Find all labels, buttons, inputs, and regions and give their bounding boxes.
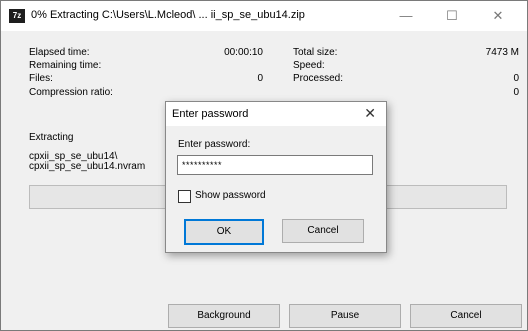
7zip-app-icon: 7z [9, 9, 25, 23]
compression-ratio-label: Compression ratio: [29, 87, 113, 98]
speed-label: Speed: [293, 60, 325, 71]
show-password-label[interactable]: Show password [195, 190, 266, 201]
password-label: Enter password: [178, 139, 251, 150]
total-size-label: Total size: [293, 47, 338, 58]
show-password-checkbox[interactable] [178, 190, 191, 203]
processed-value: 0 [513, 73, 519, 84]
extract-window: 7z 0% Extracting C:\Users\L.Mcleod\ ... … [0, 0, 528, 331]
elapsed-time-value: 00:00:10 [224, 47, 263, 58]
remaining-time-label: Remaining time: [29, 60, 102, 71]
background-button[interactable]: Background [168, 304, 280, 328]
files-label: Files: [29, 73, 53, 84]
elapsed-time-label: Elapsed time: [29, 47, 90, 58]
extracting-label: Extracting [29, 132, 74, 143]
minimize-button[interactable]: — [383, 1, 429, 31]
maximize-button[interactable]: ☐ [429, 1, 475, 31]
total-size-value: 7473 M [485, 47, 519, 58]
title-bar[interactable]: 7z 0% Extracting C:\Users\L.Mcleod\ ... … [1, 1, 527, 31]
processed-label: Processed: [293, 73, 344, 84]
packed-size-value: 0 [513, 87, 519, 98]
files-value: 0 [257, 73, 263, 84]
password-dialog: Enter password ✕ Enter password: *******… [165, 101, 387, 253]
window-title: 0% Extracting C:\Users\L.Mcleod\ ... ii_… [31, 9, 305, 21]
dialog-cancel-button[interactable]: Cancel [282, 219, 364, 243]
ok-button[interactable]: OK [184, 219, 264, 245]
password-input[interactable]: ********** [177, 155, 373, 175]
dialog-title-bar[interactable]: Enter password ✕ [166, 102, 386, 126]
extracting-file: cpxii_sp_se_ubu14.nvram [29, 161, 146, 172]
dialog-title: Enter password [172, 108, 249, 120]
close-button[interactable]: ✕ [475, 1, 521, 31]
cancel-button[interactable]: Cancel [410, 304, 522, 328]
pause-button[interactable]: Pause [289, 304, 401, 328]
dialog-close-icon[interactable]: ✕ [364, 105, 376, 122]
